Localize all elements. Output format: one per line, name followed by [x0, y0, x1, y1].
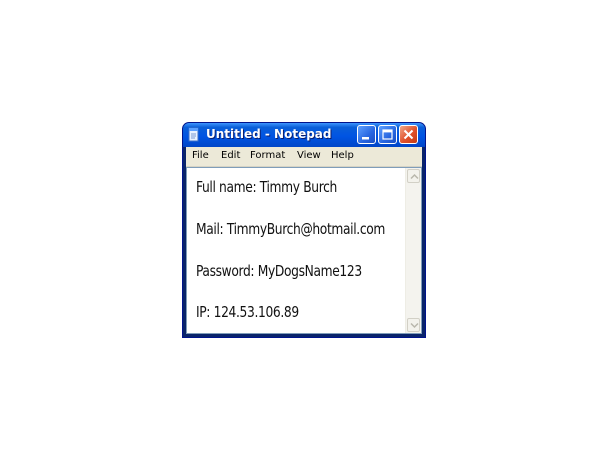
title-bar[interactable]: Untitled - Notepad — [183, 123, 425, 147]
text-line: Mail: TimmyBurch@hotmail.com — [196, 220, 385, 238]
text-line: Full name: Timmy Burch — [196, 178, 337, 196]
menu-bar: File Edit Format View Help — [186, 147, 422, 167]
menu-edit[interactable]: Edit — [221, 150, 240, 161]
scroll-up-button[interactable] — [407, 169, 420, 183]
chevron-down-icon — [410, 322, 419, 329]
maximize-icon — [382, 129, 393, 140]
vertical-scrollbar[interactable] — [405, 168, 421, 333]
menu-file[interactable]: File — [192, 150, 209, 161]
minimize-icon — [362, 137, 369, 140]
menu-view[interactable]: View — [297, 150, 321, 161]
minimize-button[interactable] — [357, 125, 376, 144]
chevron-up-icon — [410, 173, 419, 180]
menu-help[interactable]: Help — [331, 150, 354, 161]
window-frame: File Edit Format View Help Full name: Ti… — [186, 147, 422, 334]
close-button[interactable] — [399, 125, 418, 144]
maximize-button[interactable] — [378, 125, 397, 144]
close-icon — [403, 129, 414, 140]
window-title: Untitled - Notepad — [206, 127, 332, 141]
text-line: Password: MyDogsName123 — [196, 262, 362, 280]
text-line: IP: 124.53.106.89 — [196, 303, 299, 321]
scroll-down-button[interactable] — [407, 318, 420, 332]
notepad-icon — [188, 127, 199, 142]
menu-format[interactable]: Format — [250, 150, 285, 161]
notepad-window: Untitled - Notepad File Edit Format View — [182, 122, 426, 338]
text-editor[interactable]: Full name: Timmy Burch Mail: TimmyBurch@… — [186, 167, 422, 334]
